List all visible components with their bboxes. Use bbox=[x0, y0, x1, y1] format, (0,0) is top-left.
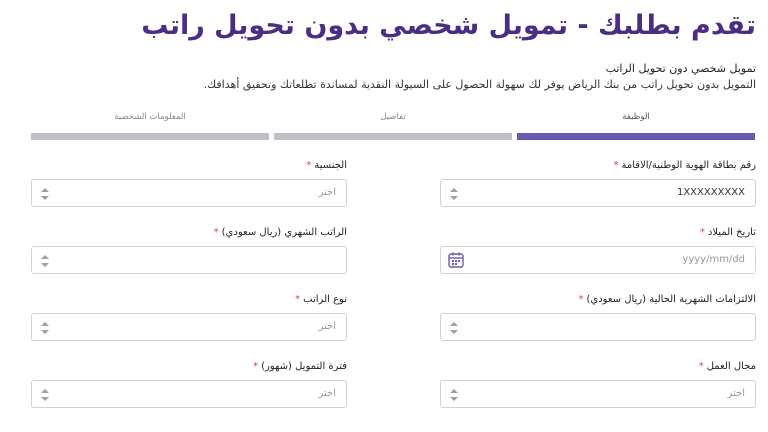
required-mark: * bbox=[306, 160, 312, 171]
required-mark: * bbox=[698, 361, 704, 372]
step-personal-info[interactable]: المعلومات الشخصية bbox=[31, 112, 269, 140]
work-sector-placeholder: اختر bbox=[727, 388, 746, 399]
salary-type-placeholder: اختر bbox=[318, 321, 337, 332]
monthly-salary-input[interactable] bbox=[31, 246, 347, 274]
select-arrows-icon[interactable] bbox=[450, 188, 458, 200]
field-label: فترة التمويل (شهور) bbox=[261, 361, 347, 372]
field-label: الراتب الشهري (ريال سعودي) bbox=[221, 227, 347, 238]
step-label: الوظيفة bbox=[622, 112, 650, 122]
field-label: الجنسية bbox=[314, 160, 347, 171]
page-subtitle: تمويل شخصي دون تحويل الراتب bbox=[605, 62, 756, 75]
select-arrows-icon bbox=[41, 188, 49, 200]
step-bar bbox=[274, 133, 512, 140]
work-sector-field: مجال العمل* اختر bbox=[440, 360, 756, 408]
required-mark: * bbox=[699, 227, 705, 238]
progress-steps: الوظيفة تفاصيل المعلومات الشخصية bbox=[30, 112, 755, 140]
id-number-field: رقم بطاقة الهوية الوطنية/الاقامة* 1XXXXX… bbox=[440, 159, 756, 207]
finance-period-placeholder: اختر bbox=[318, 388, 337, 399]
work-sector-select[interactable]: اختر bbox=[440, 380, 756, 408]
calendar-icon[interactable] bbox=[447, 251, 465, 269]
monthly-obligations-field: الالتزامات الشهرية الحالية (ريال سعودي)* bbox=[440, 293, 756, 341]
page-title: تقدم بطلبك - تمويل شخصي بدون تحويل راتب bbox=[141, 10, 756, 41]
nationality-field: الجنسية* اختر bbox=[31, 159, 347, 207]
birth-date-field: تاريخ الميلاد* yyyy/mm/dd bbox=[440, 226, 756, 274]
field-label: تاريخ الميلاد bbox=[707, 227, 756, 238]
required-mark: * bbox=[578, 294, 584, 305]
select-arrows-icon[interactable] bbox=[450, 322, 458, 334]
monthly-salary-field: الراتب الشهري (ريال سعودي)* bbox=[31, 226, 347, 274]
birth-date-placeholder: yyyy/mm/dd bbox=[682, 254, 745, 265]
required-mark: * bbox=[613, 160, 619, 171]
salary-type-field: نوع الراتب* اختر bbox=[31, 293, 347, 341]
select-arrows-icon bbox=[41, 322, 49, 334]
select-arrows-icon bbox=[450, 389, 458, 401]
required-mark: * bbox=[295, 294, 301, 305]
field-label: نوع الراتب bbox=[303, 294, 347, 305]
required-mark: * bbox=[213, 227, 219, 238]
step-bar bbox=[31, 133, 269, 140]
field-label: رقم بطاقة الهوية الوطنية/الاقامة bbox=[621, 160, 756, 171]
select-arrows-icon[interactable] bbox=[41, 255, 49, 267]
id-number-input[interactable]: 1XXXXXXXXX bbox=[440, 179, 756, 207]
step-employment[interactable]: الوظيفة bbox=[517, 112, 755, 140]
field-label: مجال العمل bbox=[706, 361, 756, 372]
id-number-value: 1XXXXXXXXX bbox=[676, 187, 745, 198]
page-description: التمويل بدون تحويل راتب من بنك الرياض يو… bbox=[203, 78, 756, 91]
finance-period-field: فترة التمويل (شهور)* اختر bbox=[31, 360, 347, 408]
required-mark: * bbox=[253, 361, 259, 372]
step-label: المعلومات الشخصية bbox=[114, 112, 186, 122]
step-bar bbox=[517, 133, 755, 140]
nationality-select[interactable]: اختر bbox=[31, 179, 347, 207]
step-label: تفاصيل bbox=[380, 112, 406, 122]
nationality-placeholder: اختر bbox=[318, 187, 337, 198]
step-details[interactable]: تفاصيل bbox=[274, 112, 512, 140]
field-label: الالتزامات الشهرية الحالية (ريال سعودي) bbox=[586, 294, 756, 305]
finance-period-select[interactable]: اختر bbox=[31, 380, 347, 408]
salary-type-select[interactable]: اختر bbox=[31, 313, 347, 341]
select-arrows-icon bbox=[41, 389, 49, 401]
monthly-obligations-input[interactable] bbox=[440, 313, 756, 341]
birth-date-input[interactable]: yyyy/mm/dd bbox=[440, 246, 756, 274]
